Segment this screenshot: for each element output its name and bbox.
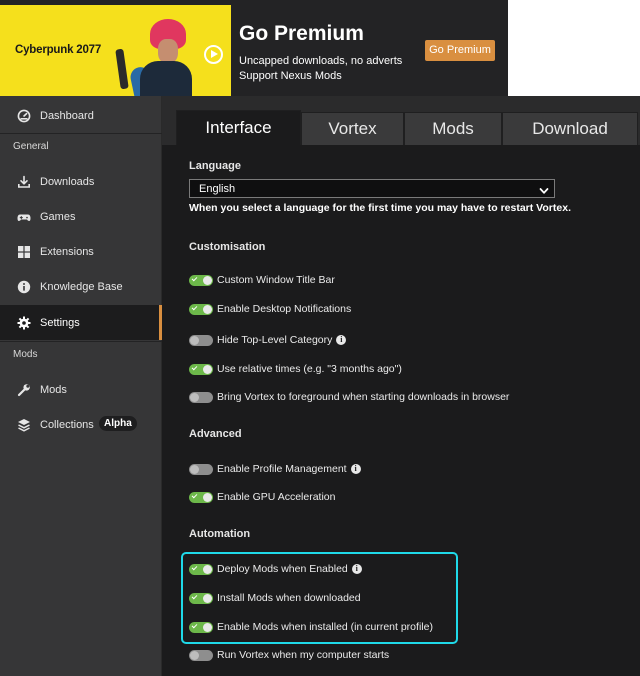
language-note: When you select a language for the first… (189, 202, 571, 214)
sidebar-item-label: Dashboard (40, 109, 94, 122)
option-desktop-notifications[interactable]: Enable Desktop Notifications (189, 301, 351, 317)
settings-tabs: Interface Vortex Mods Download (176, 110, 640, 145)
gamepad-icon (17, 210, 31, 224)
option-label: Hide Top-Level Category (217, 334, 333, 346)
settings-panel: Interface Vortex Mods Download Language … (162, 96, 640, 676)
sidebar-item-label: Downloads (40, 175, 95, 188)
character-gun (115, 48, 129, 90)
option-label: Enable Profile Management (217, 463, 347, 475)
tab-interface[interactable]: Interface (176, 110, 301, 145)
premium-banner: Cyberpunk 2077 Go Premium Uncapped downl… (0, 0, 508, 96)
go-premium-button[interactable]: Go Premium (425, 40, 495, 61)
alpha-badge: Alpha (99, 416, 137, 431)
option-label: Install Mods when downloaded (217, 592, 361, 604)
toggle-switch[interactable] (189, 463, 213, 475)
language-select[interactable]: English (189, 179, 555, 198)
option-label: Custom Window Title Bar (217, 274, 335, 286)
option-install-mods-when-downloaded[interactable]: Install Mods when downloaded (189, 590, 361, 606)
automation-heading: Automation (189, 528, 251, 540)
premium-title: Go Premium (239, 22, 364, 45)
dashboard-icon (17, 109, 31, 123)
game-art-tile[interactable]: Cyberpunk 2077 (0, 5, 231, 96)
toggle-switch[interactable] (189, 303, 213, 315)
option-label: Deploy Mods when Enabled (217, 563, 348, 575)
option-profile-management[interactable]: Enable Profile Management i (189, 461, 361, 477)
sidebar-item-knowledge-base[interactable]: Knowledge Base (0, 269, 162, 304)
option-run-vortex-on-startup[interactable]: Run Vortex when my computer starts (189, 647, 389, 663)
sidebar-item-collections[interactable]: Collections Alpha (0, 407, 162, 442)
info-icon[interactable]: i (351, 564, 362, 574)
character-face (158, 39, 178, 63)
toggle-switch[interactable] (189, 363, 213, 375)
option-gpu-acceleration[interactable]: Enable GPU Acceleration (189, 489, 335, 505)
tab-vortex[interactable]: Vortex (301, 112, 404, 145)
option-hide-top-level-category[interactable]: Hide Top-Level Category i (189, 332, 347, 348)
sidebar-item-label: Settings (40, 316, 80, 329)
wrench-icon (17, 383, 31, 397)
sidebar-item-mods[interactable]: Mods (0, 372, 162, 407)
sidebar-section-general: General (13, 141, 49, 152)
sidebar-item-extensions[interactable]: Extensions (0, 234, 162, 269)
sidebar-item-label: Collections (40, 418, 94, 431)
info-icon[interactable]: i (350, 464, 361, 474)
premium-tagline: Uncapped downloads, no adverts (239, 55, 403, 67)
language-selected-value: English (199, 183, 236, 195)
toggle-switch[interactable] (189, 491, 213, 503)
sidebar-item-games[interactable]: Games (0, 199, 162, 234)
sidebar-divider (0, 133, 162, 134)
option-label: Run Vortex when my computer starts (217, 649, 390, 661)
puzzle-icon (17, 245, 31, 259)
option-label: Bring Vortex to foreground when starting… (217, 391, 510, 403)
sidebar: Dashboard General Downloads Games Extens… (0, 96, 162, 676)
tab-mods[interactable]: Mods (404, 112, 502, 145)
play-icon[interactable] (204, 45, 223, 64)
option-label: Enable GPU Acceleration (217, 491, 336, 503)
sidebar-divider (0, 341, 162, 342)
advanced-heading: Advanced (189, 428, 242, 440)
toggle-switch[interactable] (189, 391, 213, 403)
toggle-switch[interactable] (189, 592, 213, 604)
option-label: Enable Desktop Notifications (217, 303, 352, 315)
language-heading: Language (189, 160, 241, 172)
sidebar-item-label: Extensions (40, 245, 94, 258)
toggle-switch[interactable] (189, 563, 213, 575)
tab-download[interactable]: Download (502, 112, 638, 145)
sidebar-item-label: Mods (40, 383, 67, 396)
option-relative-times[interactable]: Use relative times (e.g. "3 months ago") (189, 361, 402, 377)
game-title: Cyberpunk 2077 (15, 44, 102, 56)
option-deploy-mods-when-enabled[interactable]: Deploy Mods when Enabled i (189, 561, 362, 577)
sidebar-item-dashboard[interactable]: Dashboard (0, 98, 162, 133)
toggle-switch[interactable] (189, 274, 213, 286)
toggle-switch[interactable] (189, 334, 213, 346)
sidebar-item-downloads[interactable]: Downloads (0, 164, 162, 199)
sidebar-item-label: Games (40, 210, 76, 223)
option-bring-to-foreground[interactable]: Bring Vortex to foreground when starting… (189, 389, 509, 405)
character-body (140, 61, 192, 96)
sidebar-item-label: Knowledge Base (40, 280, 123, 293)
download-icon (17, 175, 31, 189)
sidebar-section-mods: Mods (13, 349, 38, 360)
info-circle-icon (17, 280, 31, 294)
chevron-down-icon (539, 183, 549, 194)
sidebar-item-settings[interactable]: Settings (0, 305, 162, 340)
option-label: Use relative times (e.g. "3 months ago") (217, 363, 402, 375)
option-custom-window-title-bar[interactable]: Custom Window Title Bar (189, 272, 335, 288)
premium-support-text: Support Nexus Mods (239, 70, 342, 82)
info-icon[interactable]: i (336, 335, 347, 345)
option-enable-mods-when-installed[interactable]: Enable Mods when installed (in current p… (189, 619, 433, 635)
toggle-switch[interactable] (189, 649, 213, 661)
layers-icon (17, 418, 31, 432)
gear-icon (17, 316, 31, 330)
toggle-switch[interactable] (189, 621, 213, 633)
option-label: Enable Mods when installed (in current p… (217, 621, 433, 633)
customisation-heading: Customisation (189, 241, 266, 253)
